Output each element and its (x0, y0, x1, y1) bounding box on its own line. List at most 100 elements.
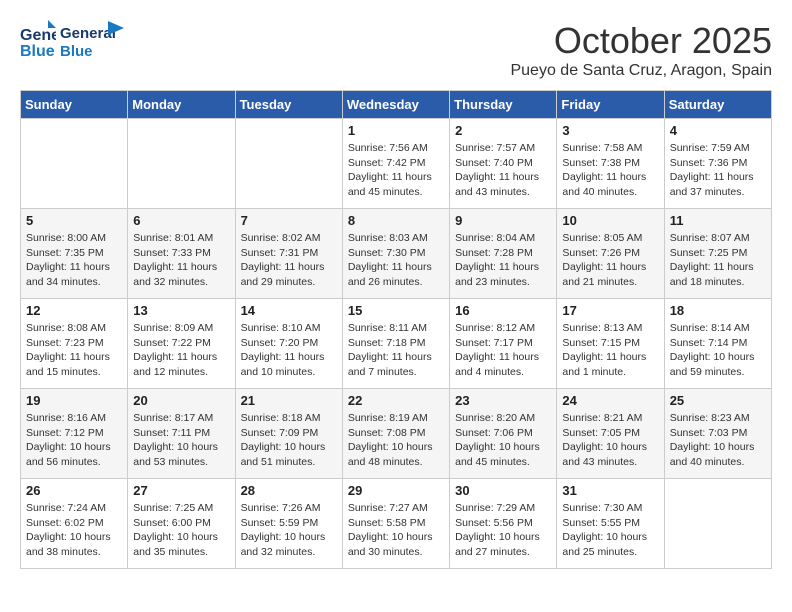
day-number: 1 (348, 123, 444, 138)
day-info: Sunrise: 8:20 AM Sunset: 7:06 PM Dayligh… (455, 411, 551, 470)
logo-arrow-icon (108, 21, 124, 35)
week-row-4: 19 Sunrise: 8:16 AM Sunset: 7:12 PM Dayli… (21, 389, 772, 479)
day-info: Sunrise: 7:27 AM Sunset: 5:58 PM Dayligh… (348, 501, 444, 560)
title-block: October 2025 Pueyo de Santa Cruz, Aragon… (510, 20, 772, 80)
calendar-cell: 9 Sunrise: 8:04 AM Sunset: 7:28 PM Daylig… (450, 209, 557, 299)
day-number: 4 (670, 123, 766, 138)
day-number: 18 (670, 303, 766, 318)
month-title: October 2025 (510, 20, 772, 62)
calendar-cell: 30Sunrise: 7:29 AM Sunset: 5:56 PM Dayli… (450, 479, 557, 569)
calendar-body: 1 Sunrise: 7:56 AM Sunset: 7:42 PM Daylig… (21, 119, 772, 569)
calendar-cell: 19 Sunrise: 8:16 AM Sunset: 7:12 PM Dayli… (21, 389, 128, 479)
day-number: 19 (26, 393, 122, 408)
calendar-cell: 14 Sunrise: 8:10 AM Sunset: 7:20 PM Dayli… (235, 299, 342, 389)
calendar-cell: 4 Sunrise: 7:59 AM Sunset: 7:36 PM Daylig… (664, 119, 771, 209)
day-info: Sunrise: 8:02 AM Sunset: 7:31 PM Dayligh… (241, 231, 337, 290)
calendar-cell: 24Sunrise: 8:21 AM Sunset: 7:05 PM Dayli… (557, 389, 664, 479)
calendar-cell: 16Sunrise: 8:12 AM Sunset: 7:17 PM Dayli… (450, 299, 557, 389)
day-number: 16 (455, 303, 551, 318)
day-number: 23 (455, 393, 551, 408)
day-info: Sunrise: 8:05 AM Sunset: 7:26 PM Dayligh… (562, 231, 658, 290)
svg-text:Blue: Blue (20, 43, 55, 60)
calendar-cell (128, 119, 235, 209)
day-info: Sunrise: 8:00 AM Sunset: 7:35 PM Dayligh… (26, 231, 122, 290)
calendar-cell: 11 Sunrise: 8:07 AM Sunset: 7:25 PM Dayli… (664, 209, 771, 299)
calendar-cell: 28 Sunrise: 7:26 AM Sunset: 5:59 PM Dayli… (235, 479, 342, 569)
calendar-cell: 12 Sunrise: 8:08 AM Sunset: 7:23 PM Dayli… (21, 299, 128, 389)
calendar-cell: 1 Sunrise: 7:56 AM Sunset: 7:42 PM Daylig… (342, 119, 449, 209)
day-info: Sunrise: 8:03 AM Sunset: 7:30 PM Dayligh… (348, 231, 444, 290)
day-header-tuesday: Tuesday (235, 91, 342, 119)
calendar-cell: 29Sunrise: 7:27 AM Sunset: 5:58 PM Dayli… (342, 479, 449, 569)
day-info: Sunrise: 7:25 AM Sunset: 6:00 PM Dayligh… (133, 501, 229, 560)
day-info: Sunrise: 8:11 AM Sunset: 7:18 PM Dayligh… (348, 321, 444, 380)
calendar-cell: 6Sunrise: 8:01 AM Sunset: 7:33 PM Daylig… (128, 209, 235, 299)
day-number: 12 (26, 303, 122, 318)
calendar-cell: 8 Sunrise: 8:03 AM Sunset: 7:30 PM Daylig… (342, 209, 449, 299)
day-number: 20 (133, 393, 229, 408)
day-number: 2 (455, 123, 551, 138)
day-info: Sunrise: 7:26 AM Sunset: 5:59 PM Dayligh… (241, 501, 337, 560)
day-number: 10 (562, 213, 658, 228)
location: Pueyo de Santa Cruz, Aragon, Spain (510, 62, 772, 80)
day-number: 21 (241, 393, 337, 408)
calendar-cell: 31 Sunrise: 7:30 AM Sunset: 5:55 PM Dayli… (557, 479, 664, 569)
logo-icon: General Blue (20, 20, 56, 60)
day-number: 31 (562, 483, 658, 498)
day-number: 8 (348, 213, 444, 228)
day-info: Sunrise: 8:04 AM Sunset: 7:28 PM Dayligh… (455, 231, 551, 290)
calendar-cell: 22Sunrise: 8:19 AM Sunset: 7:08 PM Dayli… (342, 389, 449, 479)
day-info: Sunrise: 8:14 AM Sunset: 7:14 PM Dayligh… (670, 321, 766, 380)
day-number: 14 (241, 303, 337, 318)
day-number: 7 (241, 213, 337, 228)
calendar-cell: 13Sunrise: 8:09 AM Sunset: 7:22 PM Dayli… (128, 299, 235, 389)
days-header-row: SundayMondayTuesdayWednesdayThursdayFrid… (21, 91, 772, 119)
svg-text:General: General (20, 27, 56, 44)
week-row-1: 1 Sunrise: 7:56 AM Sunset: 7:42 PM Daylig… (21, 119, 772, 209)
day-info: Sunrise: 8:21 AM Sunset: 7:05 PM Dayligh… (562, 411, 658, 470)
calendar-cell: 7 Sunrise: 8:02 AM Sunset: 7:31 PM Daylig… (235, 209, 342, 299)
calendar-cell: 25Sunrise: 8:23 AM Sunset: 7:03 PM Dayli… (664, 389, 771, 479)
calendar-cell: 20 Sunrise: 8:17 AM Sunset: 7:11 PM Dayli… (128, 389, 235, 479)
logo-line2: Blue (60, 43, 116, 61)
day-info: Sunrise: 8:09 AM Sunset: 7:22 PM Dayligh… (133, 321, 229, 380)
day-info: Sunrise: 8:01 AM Sunset: 7:33 PM Dayligh… (133, 231, 229, 290)
day-info: Sunrise: 8:17 AM Sunset: 7:11 PM Dayligh… (133, 411, 229, 470)
day-info: Sunrise: 7:57 AM Sunset: 7:40 PM Dayligh… (455, 141, 551, 200)
day-info: Sunrise: 7:59 AM Sunset: 7:36 PM Dayligh… (670, 141, 766, 200)
day-info: Sunrise: 8:08 AM Sunset: 7:23 PM Dayligh… (26, 321, 122, 380)
day-info: Sunrise: 7:58 AM Sunset: 7:38 PM Dayligh… (562, 141, 658, 200)
day-number: 5 (26, 213, 122, 228)
calendar-cell: 21Sunrise: 8:18 AM Sunset: 7:09 PM Dayli… (235, 389, 342, 479)
calendar-cell (21, 119, 128, 209)
day-info: Sunrise: 7:30 AM Sunset: 5:55 PM Dayligh… (562, 501, 658, 560)
day-number: 3 (562, 123, 658, 138)
day-info: Sunrise: 8:16 AM Sunset: 7:12 PM Dayligh… (26, 411, 122, 470)
calendar-cell: 18 Sunrise: 8:14 AM Sunset: 7:14 PM Dayli… (664, 299, 771, 389)
logo: General Blue General Blue (20, 20, 124, 65)
calendar-cell: 15Sunrise: 8:11 AM Sunset: 7:18 PM Dayli… (342, 299, 449, 389)
day-number: 17 (562, 303, 658, 318)
day-number: 27 (133, 483, 229, 498)
day-info: Sunrise: 8:07 AM Sunset: 7:25 PM Dayligh… (670, 231, 766, 290)
week-row-3: 12 Sunrise: 8:08 AM Sunset: 7:23 PM Dayli… (21, 299, 772, 389)
day-number: 9 (455, 213, 551, 228)
day-info: Sunrise: 8:10 AM Sunset: 7:20 PM Dayligh… (241, 321, 337, 380)
day-header-saturday: Saturday (664, 91, 771, 119)
calendar-cell: 2 Sunrise: 7:57 AM Sunset: 7:40 PM Daylig… (450, 119, 557, 209)
day-header-thursday: Thursday (450, 91, 557, 119)
week-row-5: 26Sunrise: 7:24 AM Sunset: 6:02 PM Dayli… (21, 479, 772, 569)
day-info: Sunrise: 8:23 AM Sunset: 7:03 PM Dayligh… (670, 411, 766, 470)
day-header-sunday: Sunday (21, 91, 128, 119)
day-number: 22 (348, 393, 444, 408)
day-number: 11 (670, 213, 766, 228)
day-number: 30 (455, 483, 551, 498)
calendar-cell: 3 Sunrise: 7:58 AM Sunset: 7:38 PM Daylig… (557, 119, 664, 209)
calendar-cell: 26Sunrise: 7:24 AM Sunset: 6:02 PM Dayli… (21, 479, 128, 569)
day-info: Sunrise: 7:56 AM Sunset: 7:42 PM Dayligh… (348, 141, 444, 200)
calendar-cell: 23 Sunrise: 8:20 AM Sunset: 7:06 PM Dayli… (450, 389, 557, 479)
day-info: Sunrise: 8:13 AM Sunset: 7:15 PM Dayligh… (562, 321, 658, 380)
day-header-friday: Friday (557, 91, 664, 119)
day-number: 28 (241, 483, 337, 498)
day-header-wednesday: Wednesday (342, 91, 449, 119)
